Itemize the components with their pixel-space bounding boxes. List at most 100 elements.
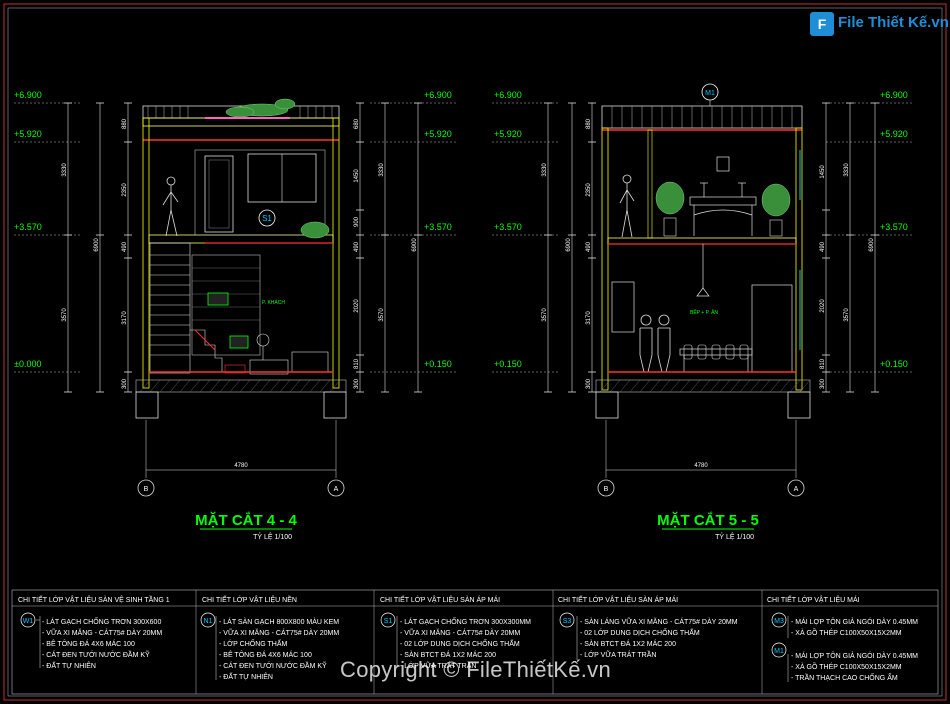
dim-l-outer-2: 6900: [94, 238, 100, 252]
section-right-axis-a: A: [794, 486, 799, 493]
dim-rr-inner-5: 300: [820, 378, 826, 389]
dim-r-inner-3: 490: [586, 241, 592, 252]
level-right-3: +3.570: [494, 222, 522, 232]
legend-1-line-4: - CÁT ĐEN TƯỚI NƯỚC ĐẦM KỸ: [42, 649, 150, 659]
legend-title-5: CHI TIẾT LỚP VẬT LIỆU MÁI: [767, 594, 860, 604]
legend-tag-5b: M1: [774, 648, 784, 655]
legend-2-line-3: - LỚP CHỐNG THẤM: [219, 638, 288, 648]
dim-r-inner-4: 3170: [586, 311, 592, 325]
dim-r-inner-2: 2350: [586, 183, 592, 197]
dim-rr-inner-2: 490: [820, 241, 826, 252]
legend-tag-4: S3: [563, 618, 572, 625]
level-right-2: +5.920: [494, 129, 522, 139]
sheet-border: [3, 3, 947, 701]
legend-title-3: CHI TIẾT LỚP VẬT LIỆU SÀN ÁP MÁI: [380, 594, 500, 604]
dim-rr-outer-3: 3570: [844, 308, 850, 322]
site-logo[interactable]: F File Thiết Kế.vn: [810, 10, 949, 40]
legend-tag-5: M3: [774, 618, 784, 625]
level-left-r4: +0.150: [424, 359, 452, 369]
legend-5b-line-3: - TRẦN THẠCH CAO CHỐNG ẨM: [791, 672, 898, 682]
section-left-axis-b: B: [144, 486, 149, 493]
dim-l-outer-1: 3330: [62, 163, 68, 177]
legend-2-line-4: - BÊ TÔNG ĐÁ 4X6 MÁC 100: [219, 650, 312, 659]
dim-l-inner-4: 3170: [122, 311, 128, 325]
legend-1-line-3: - BÊ TÔNG ĐÁ 4X6 MÁC 100: [42, 639, 135, 648]
section-right-title: MẶT CẮT 5 - 5: [657, 511, 759, 529]
dim-lr-inner-1: 680: [354, 118, 360, 129]
section-left-tag: S1: [262, 214, 272, 223]
section-4-4: S1 P. KHÁCH 4780 B A +6.900 +5.920 +3.57…: [14, 90, 458, 541]
section-left-title: MẶT CẮT 4 - 4: [195, 511, 297, 529]
legend-4-line-1: - SÀN LÁNG VỮA XI MĂNG - CÁT75# DÀY 20MM: [580, 617, 738, 626]
dim-l-inner-1: 880: [122, 118, 128, 129]
dim-lr-outer-3: 3570: [379, 308, 385, 322]
legend-3-line-1: - LÁT GẠCH CHỐNG TRƠN 300X300MM: [400, 616, 531, 626]
legend-2-line-2: - VỮA XI MĂNG - CÁT75# DÀY 20MM: [219, 628, 339, 637]
legend-tag-3: S1: [384, 618, 393, 625]
legend-3-line-2: - VỮA XI MĂNG - CÁT75# DÀY 20MM: [400, 628, 520, 637]
legend-2-line-5: - CÁT ĐEN TƯỚI NƯỚC ĐẦM KỸ: [219, 660, 327, 670]
dim-l-inner-5: 300: [122, 378, 128, 389]
section-right-axis-b: B: [604, 486, 609, 493]
section-right-room-label: BẾP + P. ĂN: [690, 309, 718, 316]
level-left-4: ±0.000: [14, 359, 41, 369]
dim-lr-inner-2: 1450: [354, 169, 360, 183]
legend-5-line-1: - MÁI LỢP TÔN GIẢ NGÓI DÀY 0.45MM: [791, 617, 918, 626]
legend-5b-line-2: - XÀ GỒ THÉP C100X50X15X2MM: [791, 661, 902, 671]
dim-r-inner-1: 880: [586, 118, 592, 129]
logo-text: File Thiết Kế.vn: [838, 14, 949, 31]
legend-tag-1: W1: [23, 618, 34, 625]
legend-4-line-2: - 02 LỚP DUNG DỊCH CHỐNG THẤM: [580, 627, 700, 637]
dim-lr-inner-5: 2020: [354, 299, 360, 313]
level-left-r3: +3.570: [424, 222, 452, 232]
legend-5-line-2: - XÀ GỒ THÉP C100X50X15X2MM: [791, 627, 902, 637]
level-right-r2: +5.920: [880, 129, 908, 139]
legend-2-line-1: - LÁT SÀN GẠCH 800X800 MÀU KEM: [219, 617, 339, 626]
legend-tag-2: N1: [204, 618, 213, 625]
legend-1-line-2: - VỮA XI MĂNG - CÁT75# DÀY 20MM: [42, 628, 162, 637]
level-left-3: +3.570: [14, 222, 42, 232]
section-left-scale: TỶ LỆ 1/100: [253, 532, 292, 541]
level-right-4: +0.150: [494, 359, 522, 369]
level-right-r3: +3.570: [880, 222, 908, 232]
dim-lr-inner-6: 810: [354, 358, 360, 369]
legend-1-line-1: - LÁT GẠCH CHỐNG TRƠN 300X600: [42, 616, 161, 626]
dim-r-outer-3: 3570: [542, 308, 548, 322]
dim-rr-inner-1: 1450: [820, 165, 826, 179]
dim-l-inner-2: 2350: [122, 183, 128, 197]
dim-lr-inner-7: 300: [354, 378, 360, 389]
section-left-room-label: P. KHÁCH: [262, 299, 285, 306]
section-right-scale: TỶ LỆ 1/100: [715, 532, 754, 541]
legend-2-line-6: - ĐẤT TỰ NHIÊN: [219, 671, 273, 681]
level-right-1: +6.900: [494, 90, 522, 100]
dim-rr-outer-1: 3330: [844, 163, 850, 177]
dim-lr-inner-3: 900: [354, 216, 360, 227]
legend-title-4: CHI TIẾT LỚP VẬT LIỆU SÀN ÁP MÁI: [558, 594, 678, 604]
section-left-axis-a: A: [334, 486, 339, 493]
dim-r-outer-1: 3330: [542, 163, 548, 177]
drawing-sheet: S1 P. KHÁCH 4780 B A +6.900 +5.920 +3.57…: [3, 3, 947, 701]
logo-icon: F: [810, 12, 834, 36]
level-right-r4: +0.150: [880, 359, 908, 369]
dim-r-outer-2: 6900: [566, 238, 572, 252]
dim-l-outer-3: 3570: [62, 308, 68, 322]
dim-l-inner-3: 490: [122, 241, 128, 252]
section-left-width-dim: 4780: [234, 463, 248, 469]
section-right-tag: M1: [705, 90, 715, 97]
level-left-r2: +5.920: [424, 129, 452, 139]
dim-lr-outer-2: 6900: [412, 238, 418, 252]
dim-rr-outer-2: 6900: [869, 238, 875, 252]
legend-title-2: CHI TIẾT LỚP VẬT LIỆU NỀN: [202, 594, 297, 604]
dim-r-inner-5: 300: [586, 378, 592, 389]
section-5-5: M1 BẾP + P. ĂN 4780 B A +6.900 +5.920 +3…: [492, 83, 912, 541]
dim-lr-inner-4: 490: [354, 241, 360, 252]
legend-5b-line-1: - MÁI LỢP TÔN GIẢ NGÓI DÀY 0.45MM: [791, 651, 918, 660]
dim-rr-inner-4: 810: [820, 358, 826, 369]
legend-4-line-3: - SÀN BTCT ĐÁ 1X2 MÁC 200: [580, 639, 676, 648]
dim-lr-outer-1: 3330: [379, 163, 385, 177]
section-right-width-dim: 4780: [694, 463, 708, 469]
legend-3-line-3: - 02 LỚP DUNG DỊCH CHỐNG THẤM: [400, 638, 520, 648]
legend-1-line-5: - ĐẤT TỰ NHIÊN: [42, 660, 96, 670]
level-left-1: +6.900: [14, 90, 42, 100]
legend-title-1: CHI TIẾT LỚP VẬT LIỆU SÀN VỆ SINH TẦNG 1: [18, 594, 170, 604]
